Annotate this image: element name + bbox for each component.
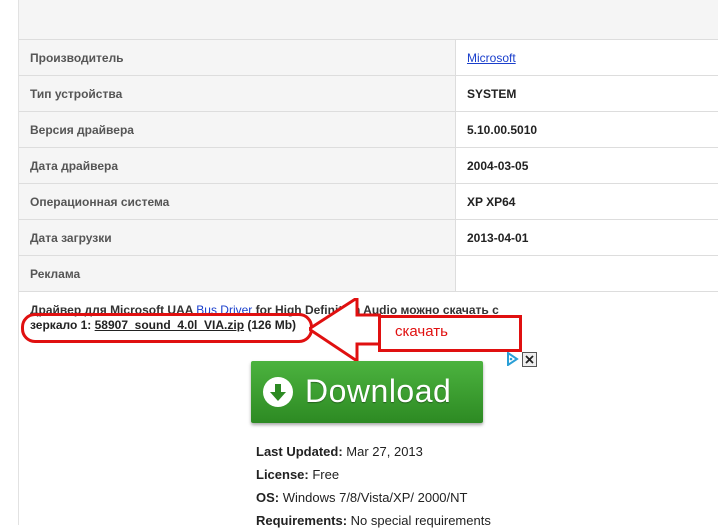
ad-close-icon[interactable]: [522, 352, 537, 367]
info-row-device-type: Тип устройства SYSTEM: [19, 76, 718, 112]
row-label: Операционная система: [30, 195, 170, 209]
row-label: Производитель: [30, 51, 124, 65]
row-label: Дата драйвера: [30, 159, 119, 173]
annotation-oval: [21, 313, 313, 343]
manufacturer-link[interactable]: Microsoft: [467, 51, 516, 65]
row-value: SYSTEM: [467, 87, 517, 101]
row-label: Реклама: [30, 267, 81, 281]
license: License: Free: [256, 467, 340, 482]
row-value: 5.10.00.5010: [467, 123, 538, 137]
row-value: XP XP64: [467, 195, 516, 209]
adchoices-icon[interactable]: [505, 352, 519, 366]
row-value: 2004-03-05: [467, 159, 529, 173]
annotation-box: скачать: [378, 315, 522, 352]
info-row-upload-date: Дата загрузки 2013-04-01: [19, 220, 718, 256]
download-label: Download: [305, 373, 452, 409]
os-info: OS: Windows 7/8/Vista/XP/ 2000/NT: [256, 490, 468, 505]
info-row-os: Операционная система XP XP64: [19, 184, 718, 220]
requirements: Requirements: No special requirements: [256, 513, 491, 528]
annotation-label: скачать: [395, 323, 448, 340]
download-ad-button[interactable]: Download: [251, 361, 483, 423]
info-row-driver-date: Дата драйвера 2004-03-05: [19, 148, 718, 184]
driver-page: Производитель Microsoft Тип устройства S…: [18, 0, 718, 528]
info-row-driver-version: Версия драйвера 5.10.00.5010: [19, 112, 718, 148]
download-arrow-icon: [263, 377, 293, 407]
row-label: Версия драйвера: [30, 123, 134, 137]
row-value: 2013-04-01: [467, 231, 529, 245]
row-label: Тип устройства: [30, 87, 123, 101]
last-updated: Last Updated: Mar 27, 2013: [256, 444, 423, 459]
info-row-manufacturer: Производитель Microsoft: [19, 40, 718, 76]
row-label: Дата загрузки: [30, 231, 112, 245]
info-row-ads: Реклама: [19, 256, 718, 292]
annotation-arrow: [309, 298, 381, 364]
header-band: [19, 0, 718, 40]
